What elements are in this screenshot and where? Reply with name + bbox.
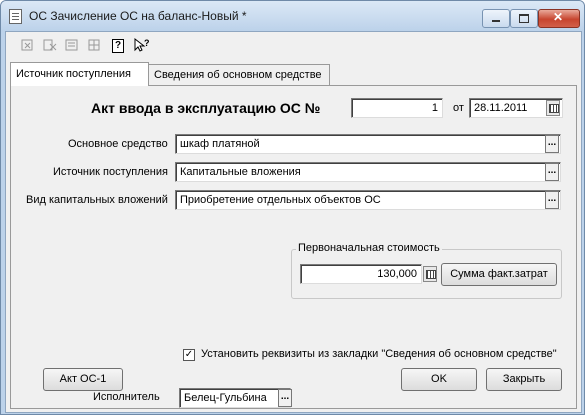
date-label: от [453, 102, 464, 114]
actual-cost-button[interactable]: Сумма факт.затрат [441, 263, 557, 286]
dx-icon[interactable] [20, 37, 36, 53]
window-title: ОС Зачисление ОС на баланс-Новый * [29, 9, 247, 23]
initial-cost-title: Первоначальная стоимость [296, 242, 442, 254]
calendar-icon[interactable] [546, 100, 560, 116]
initial-cost-group: Первоначальная стоимость 130,000 Сумма ф… [291, 242, 562, 299]
form-area: ? ? Источник поступления Сведения об осн… [5, 31, 582, 413]
list-icon-glyph [65, 39, 78, 51]
akt-os1-button[interactable]: Акт ОС-1 [43, 368, 123, 391]
capex-field[interactable]: Приобретение отдельных объектов ОС [175, 190, 561, 210]
asset-label: Основное средство [68, 138, 168, 150]
ok-button[interactable]: OK [401, 368, 477, 391]
title-bar[interactable]: ОС Зачисление ОС на баланс-Новый * [1, 1, 584, 31]
grid-icon-glyph [88, 39, 100, 51]
calculator-icon[interactable] [423, 266, 437, 282]
dx-red-icon-glyph [43, 39, 57, 51]
asset-select-button[interactable]: ... [545, 135, 559, 153]
requisites-label: Установить реквизиты из закладки "Сведен… [201, 348, 557, 360]
requisites-checkbox[interactable]: ✓ [183, 349, 195, 361]
svg-text:?: ? [144, 38, 150, 48]
asset-field[interactable]: шкаф платяной [175, 134, 561, 154]
close-button[interactable]: Закрыть [486, 368, 562, 391]
source-label: Источник поступления [53, 166, 168, 178]
capex-label: Вид капитальных вложений [26, 194, 168, 206]
tab-asset-details[interactable]: Сведения об основном средстве [148, 64, 330, 85]
dx-icon-glyph [21, 39, 33, 51]
executor-field[interactable]: Белец-Гульбина [179, 388, 291, 408]
executor-select-button[interactable]: ... [278, 389, 292, 407]
capex-select-button[interactable]: ... [545, 191, 559, 209]
minimize-button[interactable] [482, 9, 510, 28]
source-select-button[interactable]: ... [545, 163, 559, 181]
act-heading: Акт ввода в эксплуатацию ОС № [91, 100, 321, 116]
help-pointer-icon[interactable]: ? [133, 37, 150, 53]
source-field[interactable]: Капитальные вложения [175, 162, 561, 182]
help-icon[interactable]: ? [112, 39, 124, 53]
document-icon [9, 9, 22, 24]
tab-panel: Акт ввода в эксплуатацию ОС № 1 от 28.11… [10, 85, 577, 409]
act-number-field[interactable]: 1 [351, 98, 443, 118]
dx-red-icon[interactable] [42, 37, 58, 53]
grid-icon[interactable] [86, 37, 102, 53]
tab-income-source[interactable]: Источник поступления [10, 62, 149, 86]
toolbar: ? ? [6, 32, 581, 58]
initial-cost-field[interactable]: 130,000 [300, 264, 422, 284]
executor-label: Исполнитель [93, 391, 160, 403]
pointer-glyph: ? [134, 37, 150, 52]
list-icon[interactable] [64, 37, 80, 53]
maximize-button[interactable] [510, 9, 538, 28]
main-window: ОС Зачисление ОС на баланс-Новый * ? ? [0, 0, 585, 415]
close-window-button[interactable] [538, 9, 580, 28]
